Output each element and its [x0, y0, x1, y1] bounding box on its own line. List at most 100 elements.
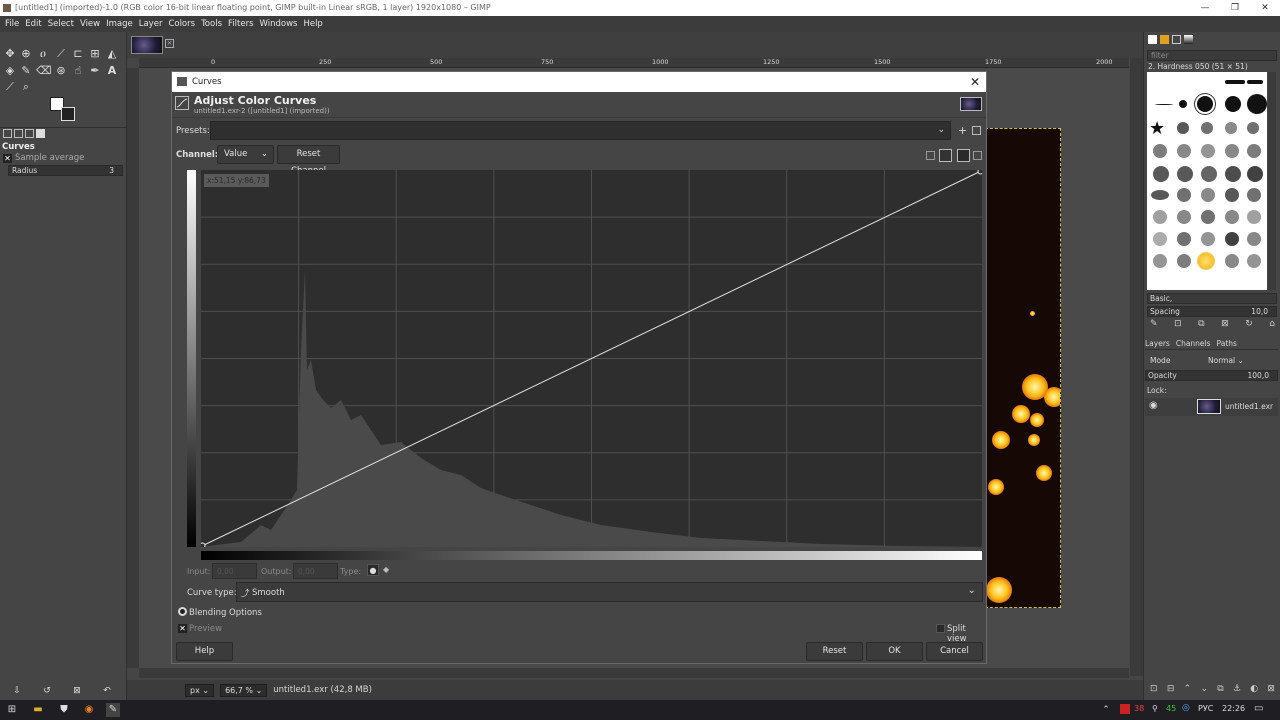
brush-swatch[interactable] — [1177, 232, 1191, 246]
anchor-layer-icon[interactable]: ⚓ — [1233, 684, 1241, 696]
input-spinner[interactable]: 0,00 — [212, 563, 257, 579]
align-tool-icon[interactable]: ⊕ — [19, 47, 33, 61]
clock[interactable]: 22:26 — [1222, 704, 1245, 713]
text-tool-icon[interactable]: A — [105, 64, 119, 78]
menu-layer[interactable]: Layer — [136, 16, 166, 32]
smudge-tool-icon[interactable]: ☝ — [71, 64, 85, 78]
brush-swatch[interactable] — [1225, 80, 1245, 84]
menu-edit[interactable]: Edit — [22, 16, 44, 32]
device-status-tab-icon[interactable] — [14, 129, 23, 138]
color-picker-icon[interactable]: ⟋ — [3, 80, 17, 94]
preset-menu-icon[interactable] — [972, 126, 981, 135]
new-layer-icon[interactable]: ⊡ — [1150, 684, 1158, 696]
gimp-taskbar-icon[interactable]: ✎ — [106, 703, 120, 717]
brush-swatch[interactable] — [1201, 122, 1213, 134]
linear-histogram-icon[interactable] — [926, 151, 935, 160]
bucket-fill-icon[interactable]: ◈ — [3, 64, 17, 78]
dialog-close-icon[interactable]: ✕ — [970, 72, 980, 92]
delete-layer-icon[interactable]: ⊠ — [1267, 684, 1275, 696]
add-preset-icon[interactable]: + — [958, 124, 967, 137]
brush-grid-scrollbar[interactable] — [1268, 72, 1276, 290]
brush-swatch[interactable] — [1177, 144, 1191, 158]
tab-layers[interactable]: Layers — [1145, 339, 1170, 348]
reset-channel-button[interactable]: Reset Channel — [277, 145, 340, 176]
unit-select[interactable]: px ⌄ — [185, 683, 215, 697]
brush-swatch[interactable] — [1177, 254, 1191, 268]
curve-view-icon[interactable] — [957, 149, 970, 162]
fonts-tab-icon[interactable] — [1172, 35, 1181, 44]
menu-image[interactable]: Image — [103, 16, 136, 32]
help-button[interactable]: Help — [176, 642, 233, 661]
brush-swatch[interactable] — [1201, 232, 1215, 246]
brush-swatch[interactable] — [1197, 252, 1215, 270]
patterns-tab-icon[interactable] — [1160, 35, 1169, 44]
crop-tool-icon[interactable]: ⊏ — [71, 47, 85, 61]
brush-swatch[interactable] — [1247, 144, 1261, 158]
menu-windows[interactable]: Windows — [257, 16, 301, 32]
open-brush-icon[interactable]: ⌂ — [1269, 319, 1275, 331]
brush-swatch[interactable] — [1225, 210, 1239, 224]
brush-swatch[interactable] — [1225, 232, 1239, 246]
duplicate-brush-icon[interactable]: ⧉ — [1198, 319, 1204, 331]
mode-select[interactable]: Normal ⌄ — [1208, 356, 1244, 365]
presets-combo[interactable]: ⌄ — [210, 121, 951, 140]
delete-brush-icon[interactable]: ⊠ — [1221, 319, 1229, 331]
brush-swatch[interactable] — [1177, 166, 1193, 182]
brush-swatch[interactable] — [1201, 210, 1215, 224]
clone-tool-icon[interactable]: ⊛ — [54, 64, 68, 78]
brush-swatch[interactable] — [1153, 210, 1167, 224]
brush-swatch[interactable] — [1201, 166, 1217, 182]
lower-layer-icon[interactable]: ⌄ — [1200, 684, 1208, 696]
notifications-icon[interactable]: ▭ — [1254, 703, 1263, 714]
blending-expander-icon[interactable] — [178, 607, 187, 616]
new-group-icon[interactable]: ⊟ — [1167, 684, 1175, 696]
spacing-slider[interactable]: Spacing 10,0 — [1147, 306, 1277, 317]
reset-button[interactable]: Reset — [806, 642, 863, 661]
duplicate-layer-icon[interactable]: ⧉ — [1217, 684, 1223, 696]
curve-point[interactable] — [977, 168, 984, 175]
brush-swatch[interactable] — [1153, 254, 1167, 268]
brush-swatch[interactable] — [1225, 122, 1237, 134]
brush-swatch[interactable] — [1177, 188, 1191, 202]
brush-swatch[interactable] — [1201, 188, 1215, 202]
paths-tool-icon[interactable]: ✒ — [88, 64, 102, 78]
images-tab-icon[interactable] — [36, 129, 45, 138]
opacity-slider[interactable]: Opacity 100,0 — [1145, 370, 1278, 381]
brush-swatch[interactable] — [1225, 144, 1239, 158]
ok-button[interactable]: OK — [866, 642, 923, 661]
brush-swatch[interactable] — [1177, 122, 1189, 134]
preview-checkbox[interactable]: ✕ — [178, 624, 187, 633]
brush-swatch-selected[interactable] — [1197, 96, 1213, 112]
image-tab-thumbnail[interactable] — [131, 36, 163, 54]
brush-swatch[interactable] — [1225, 188, 1239, 202]
menu-colors[interactable]: Colors — [165, 16, 198, 32]
brush-grid[interactable]: ★ — [1147, 72, 1267, 290]
layer-visibility-eye-icon[interactable]: ◉ — [1149, 400, 1158, 411]
brush-swatch[interactable] — [1247, 232, 1261, 246]
delete-preset-icon[interactable]: ⊠ — [70, 684, 84, 698]
gradients-tab-icon[interactable] — [1184, 35, 1193, 44]
brush-swatch[interactable] — [1247, 122, 1259, 134]
language-indicator[interactable]: РУС — [1198, 704, 1213, 713]
output-spinner[interactable]: 0,00 — [293, 563, 338, 579]
brush-swatch[interactable] — [1153, 144, 1167, 158]
new-brush-icon[interactable]: ⊡ — [1174, 319, 1182, 331]
split-view-checkbox[interactable] — [936, 624, 945, 633]
layer-row[interactable]: ◉ untitled1.exr — [1145, 398, 1278, 416]
tool-options-tab-icon[interactable] — [3, 129, 12, 138]
brush-swatch[interactable] — [1155, 104, 1173, 105]
restore-button[interactable]: ❐ — [1220, 0, 1250, 16]
brush-swatch[interactable] — [1151, 190, 1169, 200]
free-select-icon[interactable]: ዐ — [36, 47, 50, 61]
brush-swatch[interactable] — [1247, 166, 1263, 182]
reset-tool-icon[interactable]: ↶ — [100, 684, 114, 698]
undo-history-tab-icon[interactable] — [25, 129, 34, 138]
radius-slider[interactable]: Radius 3 — [8, 165, 123, 176]
refresh-brushes-icon[interactable]: ↻ — [1245, 319, 1253, 331]
tray-network-icon[interactable]: ⚲ — [1152, 704, 1158, 713]
fuzzy-select-icon[interactable]: ⟋ — [54, 47, 68, 61]
restore-preset-icon[interactable]: ↺ — [40, 684, 54, 698]
corner-point-icon[interactable]: ◆ — [383, 565, 389, 574]
close-image-tab-icon[interactable]: × — [165, 39, 174, 48]
dialog-menu-icon[interactable] — [973, 151, 982, 160]
